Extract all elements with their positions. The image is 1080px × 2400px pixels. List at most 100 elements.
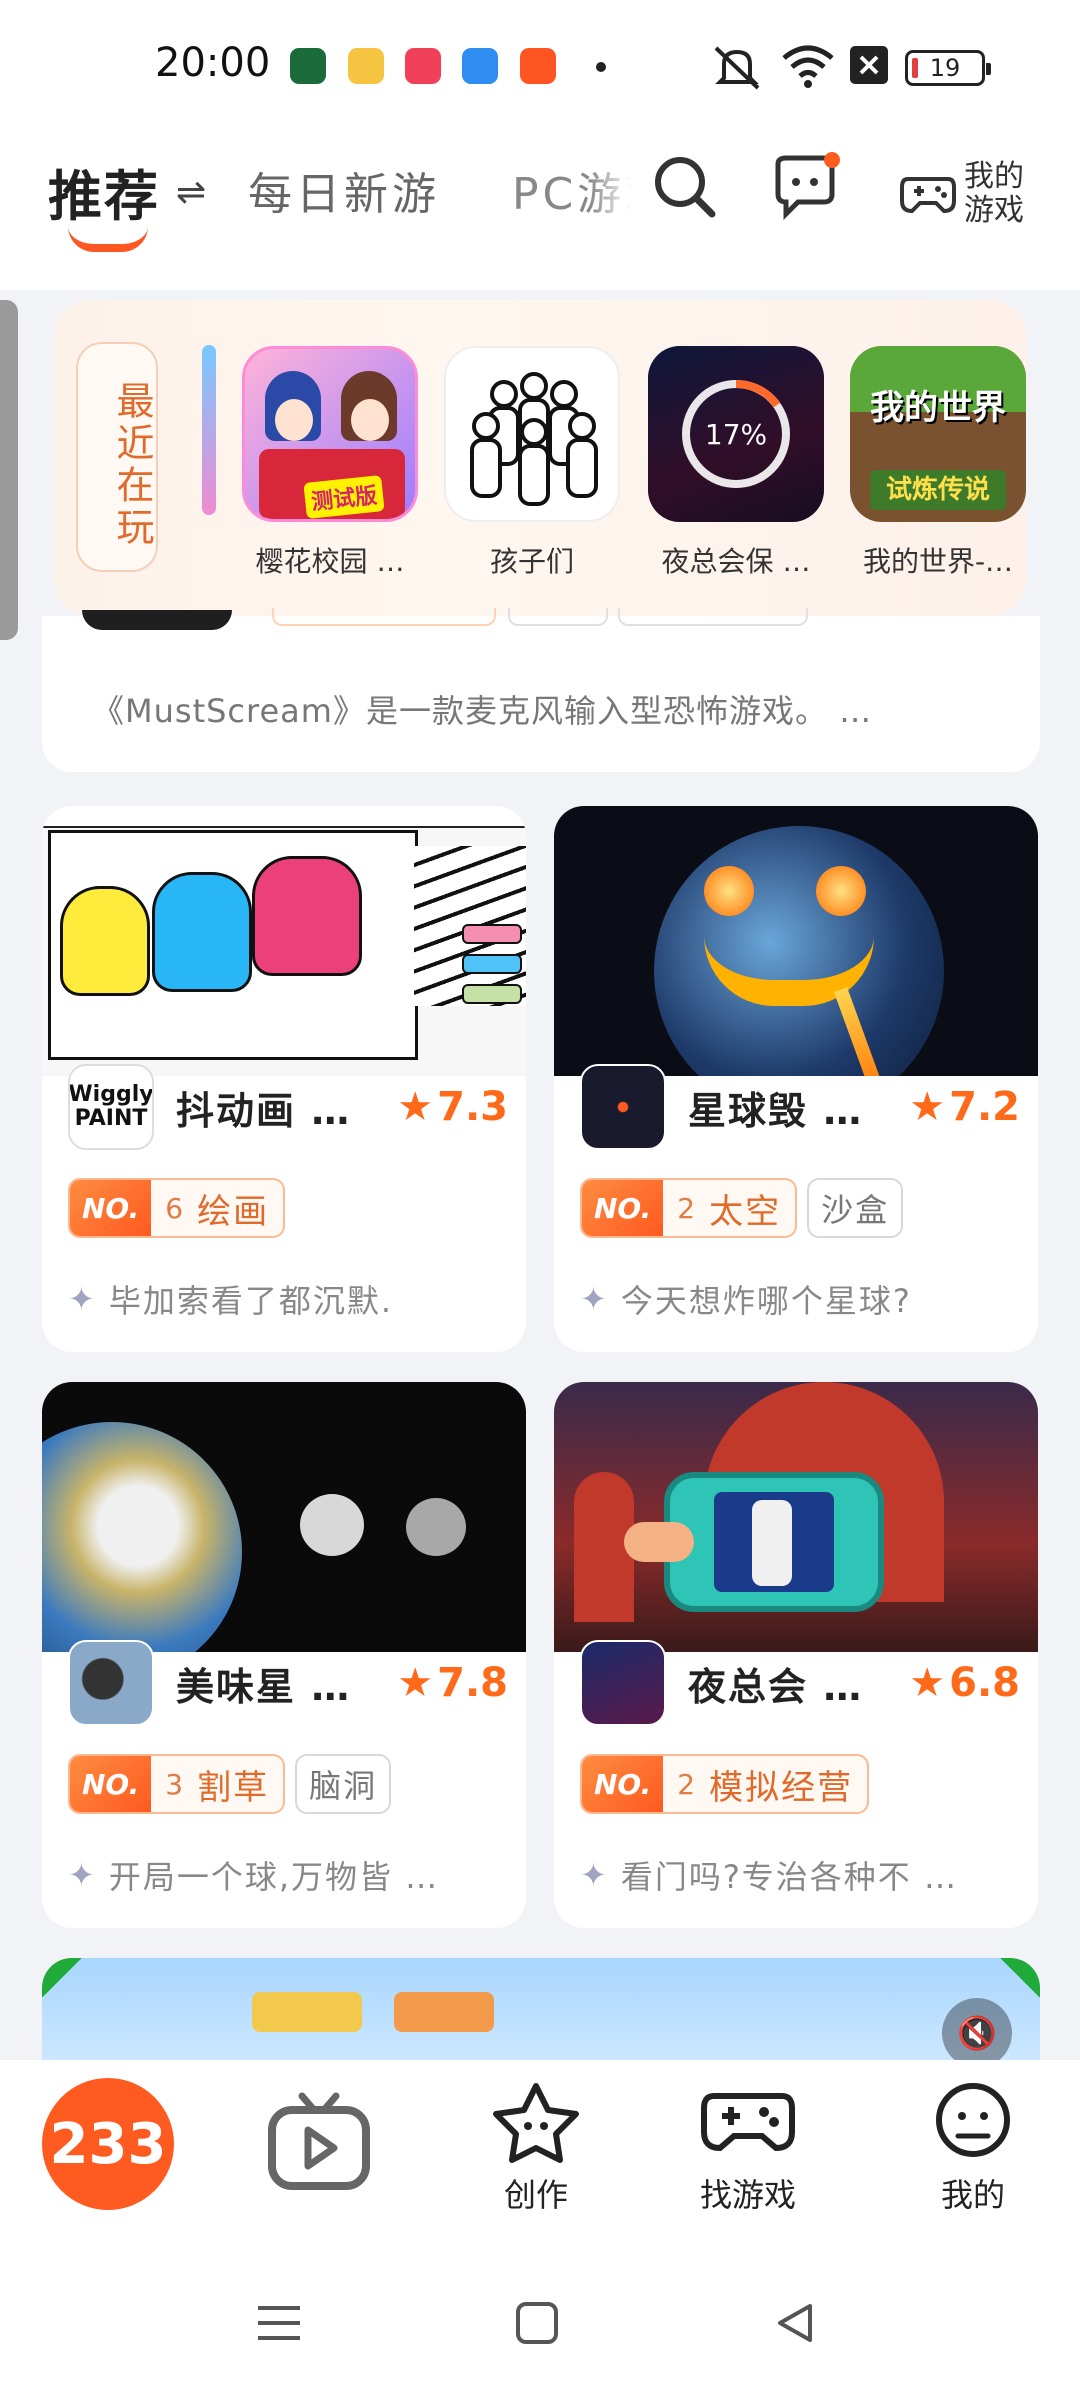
recent-game-nightclub[interactable]: 17% 夜总会保 … xyxy=(648,346,824,580)
tv-play-icon xyxy=(268,2092,370,2190)
star-icon: ★ xyxy=(909,1660,946,1706)
tab-daily-new[interactable]: 每日新游 xyxy=(248,158,440,222)
game-tags: NO. 2 太空 沙盒 xyxy=(580,1178,904,1238)
rank-badge[interactable]: NO. 6 绘画 xyxy=(68,1178,286,1238)
rank-no-label: NO. xyxy=(70,1180,152,1236)
banner-corner xyxy=(1000,1958,1040,1998)
game-card[interactable]: Wiggly PAINT 抖动画 … ★ 7.3 NO. 6 绘画 ✦ 毕加索看… xyxy=(42,806,526,1352)
game-icon: Wiggly PAINT xyxy=(68,1064,154,1150)
rank-number: 2 xyxy=(677,1767,696,1801)
home-square-icon[interactable] xyxy=(514,2300,560,2346)
my-games-button[interactable]: 我的游戏 xyxy=(900,160,1030,228)
sparkle-icon: ✦ xyxy=(580,1280,609,1318)
menu-icon[interactable] xyxy=(256,2300,302,2346)
game-rating: ★ 6.8 xyxy=(909,1660,1020,1706)
description-text: 开局一个球,万物皆 … xyxy=(108,1858,440,1896)
game-screenshot xyxy=(42,806,526,1076)
rank-category: 太空 xyxy=(709,1191,782,1232)
rank-badge[interactable]: NO. 2 太空 xyxy=(580,1178,798,1238)
video-banner[interactable]: 🔇 xyxy=(42,1958,1040,2068)
star-face-icon xyxy=(493,2083,579,2163)
app-notification-icon xyxy=(290,48,326,84)
rank-number: 6 xyxy=(165,1191,184,1225)
sakura-school-icon: 测试版 xyxy=(242,346,418,522)
bottom-nav: 233 创作 找游戏 我的 xyxy=(0,2060,1080,2260)
mute-video-icon[interactable]: 🔇 xyxy=(942,1998,1012,2068)
side-drawer-handle[interactable] xyxy=(0,300,18,640)
rating-value: 6.8 xyxy=(949,1660,1020,1706)
game-tags: NO. 6 绘画 xyxy=(68,1178,286,1238)
sparkle-icon: ✦ xyxy=(68,1856,97,1894)
game-name: 抖动画 … xyxy=(176,1088,352,1133)
nav-home[interactable]: 233 xyxy=(42,2078,174,2210)
game-tags: NO. 3 割草 脑洞 xyxy=(68,1754,392,1814)
rank-badge[interactable]: NO. 3 割草 xyxy=(68,1754,286,1814)
top-nav: 推荐 ⇌ 每日新游 PC游戏 我的游戏 xyxy=(0,130,1080,290)
search-icon[interactable] xyxy=(650,152,720,222)
nav-find-games[interactable]: 找游戏 xyxy=(700,2080,796,2216)
description-text: 看门吗?专治各种不 … xyxy=(620,1858,958,1896)
nav-profile[interactable]: 我的 xyxy=(928,2080,1018,2216)
gamepad-icon xyxy=(900,177,956,214)
music-app-icon xyxy=(405,48,441,84)
description-text: 毕加索看了都沉默. xyxy=(108,1282,393,1320)
kids-game-icon xyxy=(444,346,620,522)
star-icon: ★ xyxy=(397,1084,434,1130)
game-rating: ★ 7.2 xyxy=(909,1084,1020,1130)
nav-video[interactable] xyxy=(264,2086,374,2196)
recent-game-partial[interactable] xyxy=(202,345,216,515)
recent-game-sakura[interactable]: 测试版 樱花校园 … xyxy=(242,346,418,580)
no-sim-icon xyxy=(850,46,888,84)
game-description: ✦ 开局一个球,万物皆 … xyxy=(68,1852,439,1898)
system-nav-bar xyxy=(0,2260,1080,2400)
star-icon: ★ xyxy=(909,1084,946,1130)
recent-played-panel: 最近在玩 测试版 樱花校园 … 孩子们 17% 夜总会保 … 我的世界 试炼传说… xyxy=(54,300,1026,616)
nav-create[interactable]: 创作 xyxy=(488,2080,584,2216)
game-screenshot xyxy=(554,1382,1038,1652)
rank-category: 割草 xyxy=(197,1767,270,1808)
tab-recommend[interactable]: 推荐 xyxy=(48,152,160,231)
recent-game-name: 孩子们 xyxy=(489,545,574,578)
nav-profile-label: 我的 xyxy=(940,2176,1005,2214)
game-card[interactable]: 星球毁 … ★ 7.2 NO. 2 太空 沙盒 ✦ 今天想炸哪个星球? xyxy=(554,806,1038,1352)
minecraft-title: 我的世界 xyxy=(870,388,1006,428)
battery-indicator: 19 xyxy=(905,50,991,86)
minecraft-subtitle: 试炼传说 xyxy=(870,470,1006,510)
game-card[interactable]: 夜总会 … ★ 6.8 NO. 2 模拟经营 ✦ 看门吗?专治各种不 … xyxy=(554,1382,1038,1928)
game-icon xyxy=(580,1640,666,1726)
message-icon[interactable] xyxy=(768,150,844,226)
rank-no-label: NO. xyxy=(582,1180,664,1236)
mute-icon xyxy=(714,46,760,90)
nightclub-security-icon: 17% xyxy=(648,346,824,522)
recent-game-name: 樱花校园 … xyxy=(255,545,405,578)
home-logo: 233 xyxy=(42,2078,174,2210)
swap-icon[interactable]: ⇌ xyxy=(176,172,206,213)
notes-app-icon xyxy=(348,48,384,84)
recent-game-minecraft[interactable]: 我的世界 试炼传说 我的世界-… xyxy=(850,346,1026,580)
game-description: ✦ 毕加索看了都沉默. xyxy=(68,1276,393,1322)
more-notifications-icon xyxy=(596,62,606,72)
recent-game-name: 我的世界-… xyxy=(862,545,1014,578)
game-description: ✦ 看门吗?专治各种不 … xyxy=(580,1852,958,1898)
recent-played-label: 最近在玩 xyxy=(76,342,158,572)
rating-value: 7.8 xyxy=(437,1660,508,1706)
active-tab-indicator xyxy=(68,226,148,252)
game-rating: ★ 7.3 xyxy=(397,1084,508,1130)
status-bar: 20:00 19 xyxy=(0,0,1080,130)
genre-tag[interactable]: 脑洞 xyxy=(295,1754,392,1814)
game-card[interactable]: 美味星 … ★ 7.8 NO. 3 割草 脑洞 ✦ 开局一个球,万物皆 … xyxy=(42,1382,526,1928)
game-rating: ★ 7.8 xyxy=(397,1660,508,1706)
description-text: 今天想炸哪个星球? xyxy=(620,1282,912,1320)
genre-tag[interactable]: 沙盒 xyxy=(807,1178,904,1238)
star-icon: ★ xyxy=(397,1660,434,1706)
rank-badge[interactable]: NO. 2 模拟经营 xyxy=(580,1754,870,1814)
game-description: ✦ 今天想炸哪个星球? xyxy=(580,1276,912,1322)
back-icon[interactable] xyxy=(772,2300,818,2346)
recent-game-kids[interactable]: 孩子们 xyxy=(444,346,620,580)
game-icon xyxy=(68,1640,154,1726)
partial-card-icon xyxy=(82,610,232,630)
rank-no-label: NO. xyxy=(70,1756,152,1812)
banner-logo-left xyxy=(252,1992,362,2032)
tab-pc-games[interactable]: PC游戏 xyxy=(512,158,632,222)
game-card-partial[interactable]: 《MustScream》是一款麦克风输入型恐怖游戏。 … xyxy=(42,608,1040,772)
